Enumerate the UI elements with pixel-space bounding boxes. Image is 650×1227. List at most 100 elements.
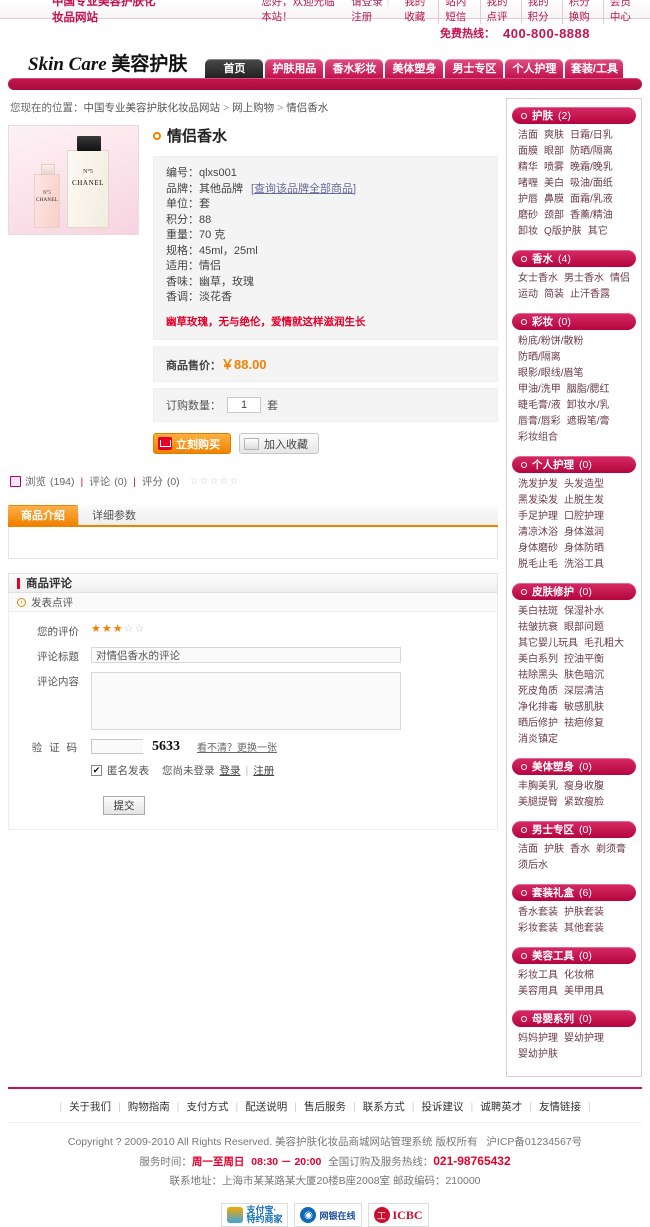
category-item[interactable]: 婴幼护理 <box>564 1032 604 1046</box>
category-item[interactable]: 防晒/隔离 <box>570 145 613 159</box>
category-item[interactable]: 香水套装 <box>518 906 558 920</box>
category-item[interactable]: 彩妆工具 <box>518 969 558 983</box>
category-item[interactable]: 彩妆套装 <box>518 922 558 936</box>
category-item[interactable]: 护肤 <box>544 843 564 857</box>
review-register-link[interactable]: 注册 <box>253 763 274 778</box>
category-item[interactable]: 洗浴工具 <box>564 558 604 572</box>
footer-link-payment[interactable]: 支付方式 <box>180 1101 236 1113</box>
footer-link-aftersales[interactable]: 售后服务 <box>297 1101 353 1113</box>
category-item[interactable]: 婴幼护肤 <box>518 1048 558 1062</box>
category-item[interactable]: 毛孔粗大 <box>584 637 624 651</box>
footer-link-complaints[interactable]: 投诉建议 <box>414 1101 470 1113</box>
category-item[interactable]: 敏感肌肤 <box>564 701 604 715</box>
footer-link-guide[interactable]: 购物指南 <box>121 1101 177 1113</box>
category-item[interactable]: 香水 <box>570 843 590 857</box>
category-item[interactable]: 粉底/粉饼/散粉 <box>518 335 584 349</box>
category-item[interactable]: 洗发护发 <box>518 478 558 492</box>
category-header-6[interactable]: 美体塑身 (0) <box>512 758 636 775</box>
category-item[interactable]: Q版护肤 <box>544 225 582 239</box>
category-item[interactable]: 美甲用具 <box>564 985 604 999</box>
usernav-reviews[interactable]: 我的点评 <box>481 0 522 24</box>
category-item[interactable]: 其它 <box>588 225 608 239</box>
category-item[interactable]: 睫毛膏/液 <box>518 399 561 413</box>
breadcrumb-current[interactable]: 情侣香水 <box>286 102 328 114</box>
category-item[interactable]: 保湿补水 <box>564 605 604 619</box>
category-item[interactable]: 颈部 <box>544 209 564 223</box>
tab-product-intro[interactable]: 商品介绍 <box>8 505 78 525</box>
category-item[interactable]: 止脱生发 <box>564 494 604 508</box>
category-item[interactable]: 眼部问题 <box>564 621 604 635</box>
category-item[interactable]: 防晒/隔离 <box>518 351 561 365</box>
captcha-refresh-link[interactable]: 看不清？更换一张 <box>197 739 277 754</box>
category-item[interactable]: 美白 <box>544 177 564 191</box>
review-login-link[interactable]: 登录 <box>220 763 241 778</box>
usernav-favorites[interactable]: 我的收藏 <box>398 0 440 24</box>
category-item[interactable]: 喷雾 <box>544 161 564 175</box>
category-item[interactable]: 止汗香露 <box>570 288 610 302</box>
category-header-8[interactable]: 套装礼盒 (6) <box>512 884 636 901</box>
category-header-9[interactable]: 美容工具 (0) <box>512 947 636 964</box>
category-item[interactable]: 丰胸美乳 <box>518 780 558 794</box>
category-header-10[interactable]: 母婴系列 (0) <box>512 1010 636 1027</box>
category-item[interactable]: 简装 <box>544 288 564 302</box>
category-item[interactable]: 眼部 <box>544 145 564 159</box>
category-item[interactable]: 祛疤修复 <box>564 717 604 731</box>
breadcrumb-home[interactable]: 中国专业美容护肤化妆品网站 <box>84 102 221 114</box>
brand-query-link[interactable]: [查询该品牌全部商品] <box>251 183 356 195</box>
category-header-1[interactable]: 护肤 (2) <box>512 107 636 124</box>
category-item[interactable]: 美容用具 <box>518 985 558 999</box>
nav-tab-sets[interactable]: 套装/工具 <box>565 59 624 80</box>
category-item[interactable]: 祛除黑头 <box>518 669 558 683</box>
nav-tab-men[interactable]: 男士专区 <box>445 59 504 80</box>
category-item[interactable]: 消炎镇定 <box>518 733 558 747</box>
register-link[interactable]: 注册 <box>351 11 372 23</box>
review-content-textarea[interactable] <box>91 672 401 730</box>
category-item[interactable]: 卸妆 <box>518 225 538 239</box>
category-item[interactable]: 瘦身收腹 <box>564 780 604 794</box>
nav-tab-personal[interactable]: 个人护理 <box>505 59 564 80</box>
usernav-points[interactable]: 我的积分 <box>522 0 563 24</box>
category-item[interactable]: 化妆棉 <box>564 969 594 983</box>
category-item[interactable]: 护肤套装 <box>564 906 604 920</box>
category-item[interactable]: 眼影/眼线/眉笔 <box>518 367 584 381</box>
footer-link-friends[interactable]: 友情链接 <box>532 1101 588 1113</box>
category-item[interactable]: 身体磨砂 <box>518 542 558 556</box>
usernav-messages[interactable]: 站内短信 <box>439 0 481 24</box>
category-item[interactable]: 洁面 <box>518 843 538 857</box>
category-item[interactable]: 鼻膜 <box>544 193 564 207</box>
category-item[interactable]: 面霜/乳液 <box>570 193 613 207</box>
category-item[interactable]: 身体防晒 <box>564 542 604 556</box>
product-image[interactable]: N°5 CHANEL N°5 CHANEL <box>8 125 139 235</box>
category-item[interactable]: 晚霜/晚乳 <box>570 161 613 175</box>
category-item[interactable]: 须后水 <box>518 859 548 873</box>
category-item[interactable]: 彩妆组合 <box>518 431 558 445</box>
category-item[interactable]: 日霜/日乳 <box>570 129 613 143</box>
category-item[interactable]: 香薰/精油 <box>570 209 613 223</box>
category-item[interactable]: 磨砂 <box>518 209 538 223</box>
category-header-4[interactable]: 个人护理 (0) <box>512 456 636 473</box>
category-item[interactable]: 其他套装 <box>564 922 604 936</box>
usernav-points-exchange[interactable]: 积分换购 <box>563 0 604 24</box>
category-item[interactable]: 黑发染发 <box>518 494 558 508</box>
category-item[interactable]: 吸油/面纸 <box>570 177 613 191</box>
usernav-member-center[interactable]: 会员中心 <box>604 0 640 24</box>
category-item[interactable]: 肤色暗沉 <box>564 669 604 683</box>
category-item[interactable]: 胭脂/腮红 <box>567 383 610 397</box>
category-item[interactable]: 头发造型 <box>564 478 604 492</box>
category-item[interactable]: 祛皱抗衰 <box>518 621 558 635</box>
category-item[interactable]: 剃须膏 <box>596 843 626 857</box>
category-item[interactable]: 脱毛止毛 <box>518 558 558 572</box>
category-item[interactable]: 遮瑕笔/膏 <box>567 415 610 429</box>
category-item[interactable]: 唇膏/唇彩 <box>518 415 561 429</box>
login-link[interactable]: 请登录 <box>351 0 383 8</box>
buy-now-button[interactable]: 立刻购买 <box>153 433 231 454</box>
category-item[interactable]: 女士香水 <box>518 272 558 286</box>
category-item[interactable]: 手足护理 <box>518 510 558 524</box>
add-favorite-button[interactable]: 加入收藏 <box>239 433 319 454</box>
category-item[interactable]: 卸妆水/乳 <box>567 399 610 413</box>
category-item[interactable]: 控油平衡 <box>564 653 604 667</box>
category-item[interactable]: 妈妈护理 <box>518 1032 558 1046</box>
category-item[interactable]: 口腔护理 <box>564 510 604 524</box>
category-header-5[interactable]: 皮肤修护 (0) <box>512 583 636 600</box>
category-item[interactable]: 身体滋润 <box>564 526 604 540</box>
